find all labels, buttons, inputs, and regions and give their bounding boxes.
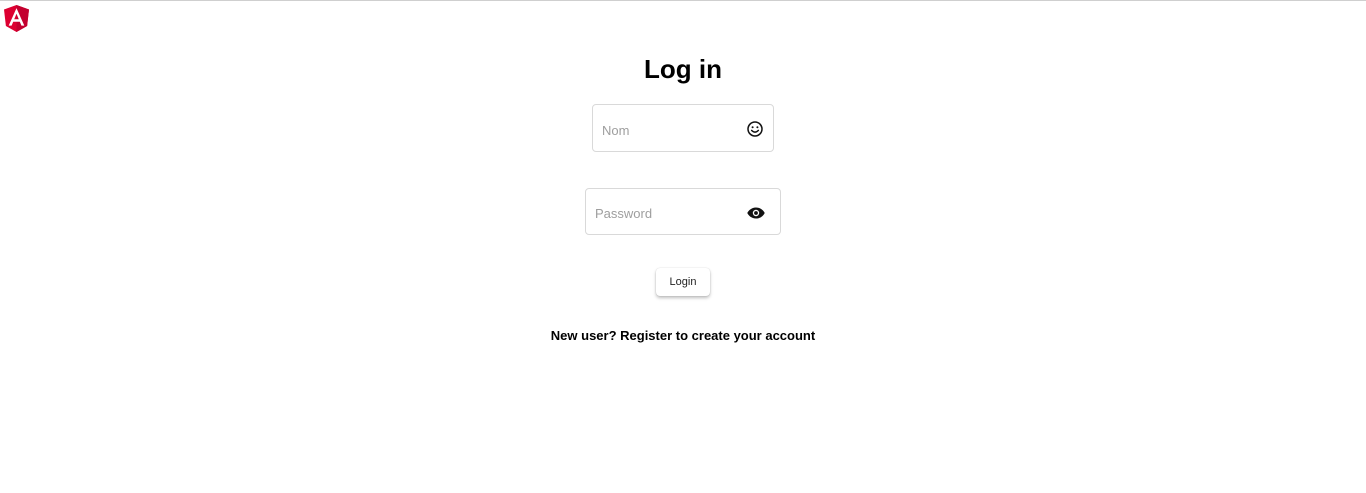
top-border	[0, 0, 1366, 1]
login-button[interactable]: Login	[656, 268, 710, 296]
password-field[interactable]	[585, 188, 781, 236]
smiley-face-icon	[746, 120, 764, 138]
angular-logo-icon	[4, 5, 29, 32]
register-link[interactable]: New user? Register to create your accoun…	[0, 327, 1366, 345]
name-field[interactable]	[592, 104, 774, 153]
name-input[interactable]	[602, 107, 737, 153]
page-title: Log in	[644, 54, 722, 84]
password-input[interactable]	[595, 191, 740, 236]
eye-icon[interactable]	[747, 204, 765, 222]
